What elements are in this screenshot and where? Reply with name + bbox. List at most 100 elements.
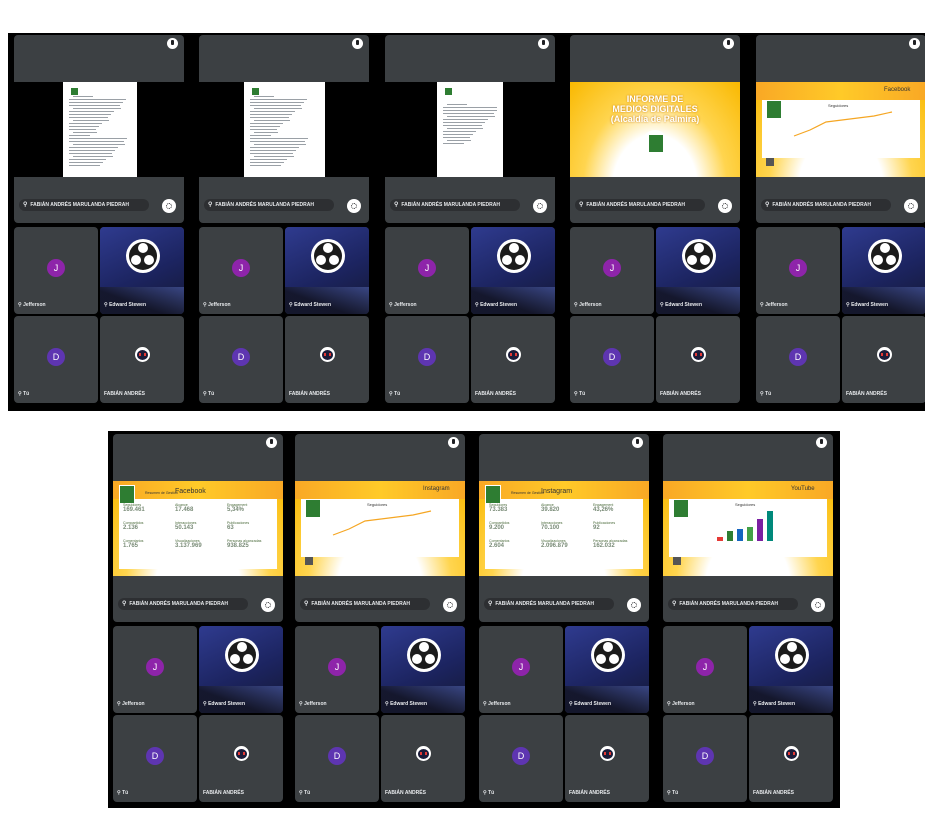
obs-logo-icon: [682, 239, 716, 273]
participant-tile[interactable]: J ⚲ Jefferson: [113, 626, 197, 713]
expand-icon[interactable]: [261, 598, 275, 612]
participant-tile[interactable]: J ⚲ Jefferson: [385, 227, 469, 314]
participant-tile[interactable]: J ⚲ Jefferson: [14, 227, 98, 314]
pin-icon[interactable]: [352, 38, 363, 49]
participant-tile[interactable]: FABIÁN ANDRÉS: [471, 316, 555, 403]
participant-tile[interactable]: ⚲ Edward Stewen: [285, 227, 369, 314]
presentation-tile[interactable]: ⚲ FABIÁN ANDRÉS MARULANDA PIEDRAH: [385, 35, 555, 223]
presenter-name-pill: ⚲ FABIÁN ANDRÉS MARULANDA PIEDRAH: [668, 598, 798, 610]
screen-share: Resumen de Gestión Facebook Seguidores 169.…: [113, 481, 283, 576]
participant-tile[interactable]: D ⚲ Tú: [756, 316, 840, 403]
document-text-line: [69, 150, 115, 151]
stat-seguidores: Seguidores 169.461: [123, 503, 145, 513]
youtube-bar-chart: [717, 511, 773, 541]
expand-icon[interactable]: [162, 199, 176, 213]
user-avatar-icon: D: [418, 348, 436, 366]
participant-tile[interactable]: ⚲ Edward Stewen: [565, 626, 649, 713]
document-text-line: [69, 153, 112, 154]
bar: [737, 529, 743, 541]
participant-tile[interactable]: J ⚲ Jefferson: [199, 227, 283, 314]
stat-value: 39.820: [541, 507, 560, 513]
pin-icon[interactable]: [909, 38, 920, 49]
presentation-tile[interactable]: Resumen de Gestión Facebook Seguidores 169.…: [113, 434, 283, 622]
participant-tile[interactable]: FABIÁN ANDRÉS: [381, 715, 465, 802]
participant-name-text: Tú: [23, 391, 30, 397]
pin-icon[interactable]: [266, 437, 277, 448]
document-text-line: [447, 140, 471, 141]
presentation-tile[interactable]: YouTube Seguidores ⚲ FABIÁN ANDRÉS MARULAND…: [663, 434, 833, 622]
document-text-line: [250, 102, 304, 103]
expand-icon[interactable]: [347, 199, 361, 213]
participant-tile[interactable]: ⚲ Edward Stewen: [199, 626, 283, 713]
obs-logo-icon: [868, 239, 902, 273]
obs-logo-icon: [775, 638, 809, 672]
participant-tile[interactable]: D ⚲ Tú: [570, 316, 654, 403]
document-text-line: [73, 144, 125, 145]
presentation-tile[interactable]: ⚲ FABIÁN ANDRÉS MARULANDA PIEDRAH: [14, 35, 184, 223]
expand-icon[interactable]: [627, 598, 641, 612]
expand-icon[interactable]: [811, 598, 825, 612]
participant-tile[interactable]: FABIÁN ANDRÉS: [749, 715, 833, 802]
participant-tile[interactable]: D ⚲ Tú: [14, 316, 98, 403]
document-text-line: [69, 138, 127, 139]
participant-tile[interactable]: J ⚲ Jefferson: [479, 626, 563, 713]
presentation-tile[interactable]: Facebook Seguidores ⚲ FABIÁN ANDRÉS MARULAN…: [756, 35, 925, 223]
participant-tile[interactable]: J ⚲ Jefferson: [663, 626, 747, 713]
participant-tile[interactable]: FABIÁN ANDRÉS: [285, 316, 369, 403]
user-avatar-icon: J: [603, 259, 621, 277]
participant-tile[interactable]: FABIÁN ANDRÉS: [100, 316, 184, 403]
participant-tile[interactable]: FABIÁN ANDRÉS: [199, 715, 283, 802]
document-text-line: [250, 147, 299, 148]
presentation-tile[interactable]: INFORME DE MEDIOS DIGITALES (Alcaldía de P…: [570, 35, 740, 223]
participant-tile[interactable]: D ⚲ Tú: [479, 715, 563, 802]
participant-tile[interactable]: FABIÁN ANDRÉS: [656, 316, 740, 403]
participant-tile[interactable]: D ⚲ Tú: [663, 715, 747, 802]
presentation-tile[interactable]: Resumen de Gestión Instagram Seguidores 73.…: [479, 434, 649, 622]
pin-icon[interactable]: [448, 437, 459, 448]
participant-tile[interactable]: D ⚲ Tú: [385, 316, 469, 403]
pin-icon[interactable]: [632, 437, 643, 448]
pin-icon[interactable]: [723, 38, 734, 49]
participant-tile[interactable]: FABIÁN ANDRÉS: [842, 316, 925, 403]
pin-icon[interactable]: [816, 437, 827, 448]
participant-tile[interactable]: ⚲ Edward Stewen: [381, 626, 465, 713]
participant-tile[interactable]: D ⚲ Tú: [295, 715, 379, 802]
bar: [727, 531, 733, 541]
presentation-tile[interactable]: Instagram Seguidores ⚲ FABIÁN ANDRÉS MARULA…: [295, 434, 465, 622]
document-text-line: [250, 117, 289, 118]
document-text-line: [443, 125, 482, 126]
participant-tile[interactable]: ⚲ Edward Stewen: [842, 227, 925, 314]
participant-name-text: Edward Stewen: [851, 302, 889, 308]
participant-tile[interactable]: D ⚲ Tú: [199, 316, 283, 403]
expand-icon[interactable]: [718, 199, 732, 213]
expand-icon[interactable]: [904, 199, 918, 213]
stat-interacciones: Interacciones 50.143: [175, 521, 196, 531]
participant-tile[interactable]: J ⚲ Jefferson: [295, 626, 379, 713]
presentation-tile[interactable]: ⚲ FABIÁN ANDRÉS MARULANDA PIEDRAH: [199, 35, 369, 223]
obs-logo-icon: [591, 638, 625, 672]
stat-visualizaciones: Visualizaciones 2.096.879: [541, 539, 568, 549]
document-text-line: [447, 116, 495, 117]
expand-icon[interactable]: [443, 598, 457, 612]
stat-alcance: Alcance 39.820: [541, 503, 559, 513]
pin-icon[interactable]: [538, 38, 549, 49]
participant-tile[interactable]: J ⚲ Jefferson: [756, 227, 840, 314]
document-text-line: [250, 153, 293, 154]
participant-tile[interactable]: FABIÁN ANDRÉS: [565, 715, 649, 802]
slide-intro: INFORME DE MEDIOS DIGITALES (Alcaldía de P…: [570, 82, 740, 177]
participant-tile[interactable]: D ⚲ Tú: [113, 715, 197, 802]
participant-name: ⚲ Jefferson: [760, 300, 788, 310]
document-text-line: [443, 137, 470, 138]
presenter-name-pill: ⚲ FABIÁN ANDRÉS MARULANDA PIEDRAH: [484, 598, 614, 610]
participant-tile[interactable]: J ⚲ Jefferson: [570, 227, 654, 314]
participant-tile[interactable]: ⚲ Edward Stewen: [100, 227, 184, 314]
stat-value: 1.765: [123, 543, 139, 549]
meeting-panel-8: Resumen de Gestión Instagram Seguidores 73.…: [477, 432, 651, 827]
network-label: Facebook: [884, 87, 911, 93]
slide-header-text: Resumen de Gestión: [511, 491, 544, 495]
participant-tile[interactable]: ⚲ Edward Stewen: [471, 227, 555, 314]
expand-icon[interactable]: [533, 199, 547, 213]
participant-tile[interactable]: ⚲ Edward Stewen: [749, 626, 833, 713]
pin-icon[interactable]: [167, 38, 178, 49]
participant-tile[interactable]: ⚲ Edward Stewen: [656, 227, 740, 314]
